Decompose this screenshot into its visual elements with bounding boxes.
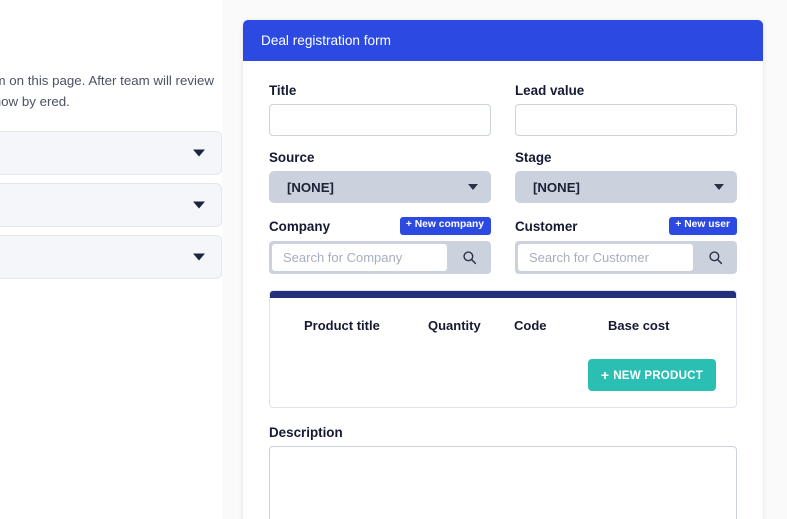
field-lead-value: Lead value xyxy=(515,83,737,136)
new-company-button[interactable]: + New company xyxy=(399,217,491,235)
column-header-product-title: Product title xyxy=(304,318,380,333)
customer-label-line: Customer + New user xyxy=(515,217,737,235)
stage-label: Stage xyxy=(515,150,552,165)
column-header-quantity: Quantity xyxy=(428,318,481,333)
title-label: Title xyxy=(269,83,297,98)
deal-registration-card: Deal registration form Title Lead value … xyxy=(243,20,763,519)
products-table-header: Product title Quantity Code Base cost xyxy=(290,318,716,333)
accordion-item-2[interactable]: l? xyxy=(0,235,222,279)
description-textarea[interactable] xyxy=(269,446,737,519)
company-search-group xyxy=(269,241,491,274)
accordion-item-0[interactable]: vals take? xyxy=(0,131,222,175)
faq-accordion: vals take? ? l? xyxy=(0,131,222,279)
new-product-button[interactable]: + NEW PRODUCT xyxy=(587,359,716,391)
customer-search-group xyxy=(515,241,737,274)
products-inner: Product title Quantity Code Base cost + … xyxy=(270,298,736,407)
field-title: Title xyxy=(269,83,491,136)
card-body: Title Lead value Source [NONE] Stage [NO… xyxy=(243,61,763,519)
title-input[interactable] xyxy=(269,104,491,136)
chevron-down-icon xyxy=(468,184,478,190)
chevron-down-icon xyxy=(193,149,205,157)
plus-icon: + xyxy=(600,367,610,383)
products-panel: Product title Quantity Code Base cost + … xyxy=(269,290,737,408)
card-header-title: Deal registration form xyxy=(261,33,391,48)
page-root: a deal ls using the form on this page. A… xyxy=(0,0,787,519)
column-header-base-cost: Base cost xyxy=(608,318,670,333)
search-icon xyxy=(462,251,476,265)
row-title-leadvalue: Title Lead value xyxy=(269,83,737,136)
company-label-line: Company + New company xyxy=(269,217,491,235)
field-company: Company + New company xyxy=(269,217,491,274)
field-description: Description xyxy=(269,425,737,519)
field-customer: Customer + New user xyxy=(515,217,737,274)
customer-search-button[interactable] xyxy=(693,241,737,274)
description-label: Description xyxy=(269,425,343,440)
new-product-button-label: NEW PRODUCT xyxy=(613,368,703,382)
row-company-customer: Company + New company Search for Company… xyxy=(269,217,737,274)
products-accent-bar xyxy=(270,291,736,298)
products-actions: + NEW PRODUCT xyxy=(290,359,716,391)
field-source: Source [NONE] xyxy=(269,150,491,203)
page-description: ls using the form on this page. After te… xyxy=(0,73,214,109)
stage-select-value: [NONE] xyxy=(533,179,580,195)
card-header: Deal registration form xyxy=(243,20,763,61)
company-search-button[interactable] xyxy=(447,241,491,274)
info-panel: a deal ls using the form on this page. A… xyxy=(0,0,222,519)
company-label: Company xyxy=(269,218,331,234)
lead-value-input[interactable] xyxy=(515,104,737,136)
field-stage: Stage [NONE] xyxy=(515,150,737,203)
customer-label: Customer xyxy=(515,218,578,234)
source-select-value: [NONE] xyxy=(287,179,334,195)
chevron-down-icon xyxy=(193,201,205,209)
chevron-down-icon xyxy=(714,184,724,190)
chevron-down-icon xyxy=(193,253,205,261)
page-title: a deal xyxy=(0,14,222,58)
new-user-button[interactable]: + New user xyxy=(669,217,737,235)
stage-select[interactable]: [NONE] xyxy=(515,171,737,203)
company-search-input[interactable] xyxy=(272,244,447,271)
accordion-item-1[interactable]: ? xyxy=(0,183,222,227)
customer-search-input[interactable] xyxy=(518,244,693,271)
row-source-stage: Source [NONE] Stage [NONE] xyxy=(269,150,737,203)
lead-value-label: Lead value xyxy=(515,83,585,98)
source-select[interactable]: [NONE] xyxy=(269,171,491,203)
source-label: Source xyxy=(269,150,315,165)
column-header-code: Code xyxy=(514,318,547,333)
search-icon xyxy=(708,251,722,265)
